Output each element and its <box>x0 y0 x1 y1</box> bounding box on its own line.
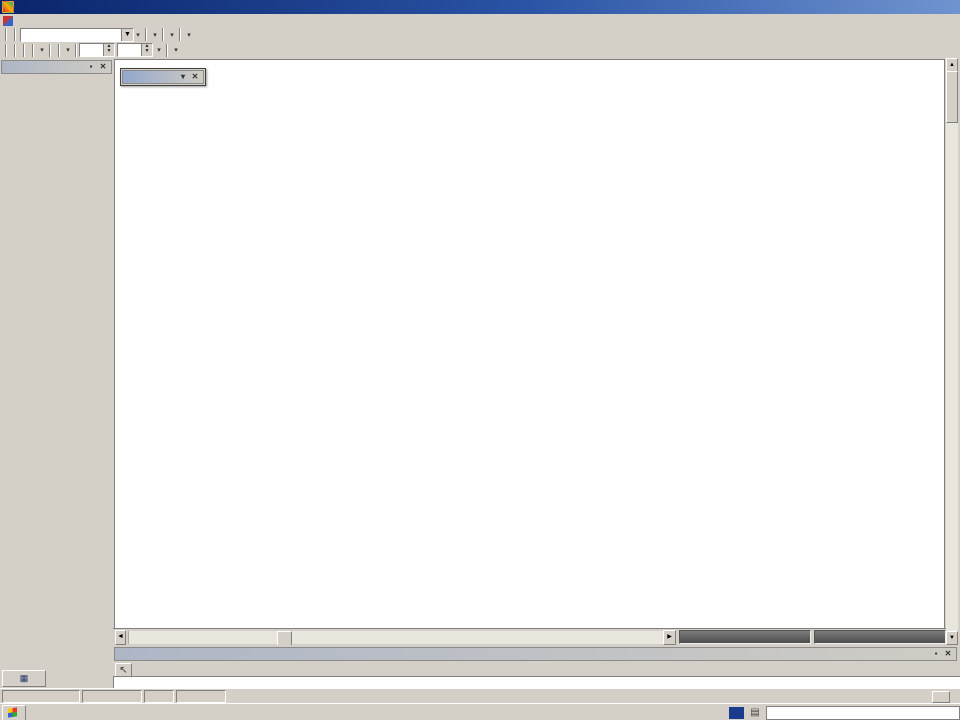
close-icon[interactable]: ✕ <box>942 648 954 660</box>
status-cell-empty2 <box>82 690 142 703</box>
collapse-left-icon[interactable]: ◄ <box>115 630 126 645</box>
spinner-arrows-icon[interactable]: ▲▼ <box>141 44 152 56</box>
status-plane <box>176 690 226 703</box>
command-panel: ▪ ✕ ↖ <box>113 645 958 676</box>
language-indicator[interactable] <box>729 707 744 719</box>
toolbar-standard: ▼ ▾ ▾ ▾ ▾ <box>0 27 960 42</box>
viewport-area: ▾ ✕ ◄ ▶ <box>113 58 946 645</box>
pin-icon[interactable]: ▪ <box>930 648 942 660</box>
project-combo[interactable]: ▼ <box>20 28 134 42</box>
palette-header: ▾ ✕ <box>122 70 204 84</box>
menu-bar <box>0 14 960 28</box>
chevron-down-icon[interactable]: ▾ <box>177 71 189 83</box>
status-box-2 <box>814 630 946 644</box>
document-icon <box>3 16 13 26</box>
page-spinner[interactable]: ▲▼ <box>79 43 115 57</box>
snap-mode-button[interactable] <box>932 691 950 703</box>
app-icon <box>2 1 14 13</box>
overflow-icon[interactable]: ▾ <box>151 31 159 39</box>
scroll-up-icon[interactable]: ▲ <box>946 58 958 72</box>
panel-tab-icon: ▦ <box>20 673 29 684</box>
overflow-icon[interactable]: ▾ <box>185 31 193 39</box>
docked-panel-tab[interactable]: ▦ <box>2 670 46 687</box>
structural-model-3d <box>115 60 944 628</box>
printer-icon[interactable]: ▤ <box>748 707 762 718</box>
close-icon[interactable]: ✕ <box>189 71 201 83</box>
pin-icon[interactable]: ▪ <box>85 61 97 73</box>
overflow-icon[interactable]: ▾ <box>38 46 46 54</box>
taskbar: ▤ <box>0 703 960 720</box>
scrollbar-thumb[interactable] <box>277 631 292 646</box>
overflow-icon[interactable]: ▾ <box>64 46 72 54</box>
system-tray: ▤ <box>729 706 960 720</box>
scroll-right-icon[interactable]: ▶ <box>663 630 676 645</box>
vertical-scrollbar[interactable]: ▲ ▼ <box>946 58 958 645</box>
spinner-arrows-icon[interactable]: ▲▼ <box>103 44 114 56</box>
command-panel-header: ▪ ✕ <box>114 647 957 661</box>
scroll-down-icon[interactable]: ▼ <box>946 631 958 645</box>
view-palette: ▾ ✕ <box>120 68 206 86</box>
graphics-viewport[interactable]: ▾ ✕ <box>114 59 945 629</box>
horizontal-scrollbar[interactable] <box>128 631 663 644</box>
overflow-icon[interactable]: ▾ <box>134 31 142 39</box>
status-state <box>228 691 314 702</box>
application-window: ▼ ▾ ▾ ▾ ▾ ▾ ▾ ▲▼ ▲ <box>0 0 960 720</box>
sidebar-header: ▪ ✕ <box>1 60 112 74</box>
status-box-1 <box>679 630 811 644</box>
overflow-icon[interactable]: ▾ <box>172 46 180 54</box>
title-bar <box>0 0 960 14</box>
combo-dropdown-icon[interactable]: ▼ <box>121 29 133 41</box>
start-button[interactable] <box>2 705 26 720</box>
overflow-icon[interactable]: ▾ <box>155 46 163 54</box>
close-icon[interactable]: ✕ <box>97 61 109 73</box>
windows-flag-icon <box>8 707 17 717</box>
status-unit <box>144 690 174 703</box>
scrollbar-thumb[interactable] <box>946 71 958 123</box>
toolbar-structure: ▾ ▾ ▲▼ ▲▼ ▾ ▾ <box>0 42 960 59</box>
status-bar <box>0 688 960 704</box>
scale-spinner[interactable]: ▲▼ <box>117 43 153 57</box>
desktop-search-input[interactable] <box>766 706 960 720</box>
status-cell-empty1 <box>2 690 80 703</box>
sidebar-panel: ▪ ✕ ▦ <box>0 58 114 688</box>
overflow-icon[interactable]: ▾ <box>168 31 176 39</box>
viewport-bottom-bar: ◄ ▶ <box>113 628 946 645</box>
